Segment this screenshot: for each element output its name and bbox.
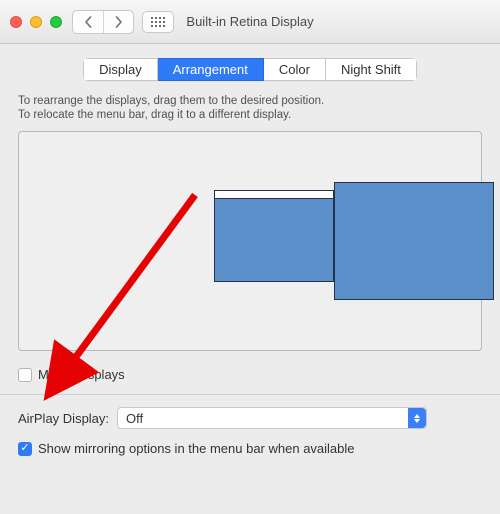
tab-night-shift[interactable]: Night Shift [326,58,417,81]
mirror-displays-label: Mirror Displays [38,367,125,382]
tab-display[interactable]: Display [83,58,158,81]
show-all-prefs-button[interactable] [142,11,174,33]
nav-buttons [72,10,134,34]
back-button[interactable] [73,11,103,33]
menu-bar-handle[interactable] [215,191,333,199]
display-arrangement-area[interactable] [18,131,482,351]
show-mirroring-label: Show mirroring options in the menu bar w… [38,441,355,456]
chevron-left-icon [84,16,93,28]
minimize-window-button[interactable] [30,16,42,28]
close-window-button[interactable] [10,16,22,28]
tab-arrangement[interactable]: Arrangement [158,58,264,81]
display-primary[interactable] [214,190,334,282]
tab-color[interactable]: Color [264,58,326,81]
mirror-displays-row: Mirror Displays [18,367,482,382]
tabs-row: Display Arrangement Color Night Shift [0,44,500,89]
airplay-display-value: Off [126,411,143,426]
display-secondary[interactable] [334,182,494,300]
zoom-window-button[interactable] [50,16,62,28]
traffic-lights [10,16,62,28]
airplay-label: AirPlay Display: [18,411,109,426]
show-mirroring-row: ✓ Show mirroring options in the menu bar… [18,441,482,456]
select-stepper-icon [408,408,426,428]
grid-icon [151,17,165,27]
airplay-display-select[interactable]: Off [117,407,427,429]
divider [0,394,500,395]
tab-content-arrangement: To rearrange the displays, drag them to … [0,95,500,456]
chevron-right-icon [114,16,123,28]
airplay-row: AirPlay Display: Off [18,407,482,429]
forward-button[interactable] [103,11,133,33]
show-mirroring-checkbox[interactable]: ✓ [18,442,32,456]
mirror-displays-checkbox[interactable] [18,368,32,382]
check-icon: ✓ [20,443,29,454]
help-text-2: To relocate the menu bar, drag it to a d… [18,109,482,121]
help-text-1: To rearrange the displays, drag them to … [18,95,482,107]
window-titlebar: Built-in Retina Display [0,0,500,44]
display-tabs: Display Arrangement Color Night Shift [83,58,417,81]
